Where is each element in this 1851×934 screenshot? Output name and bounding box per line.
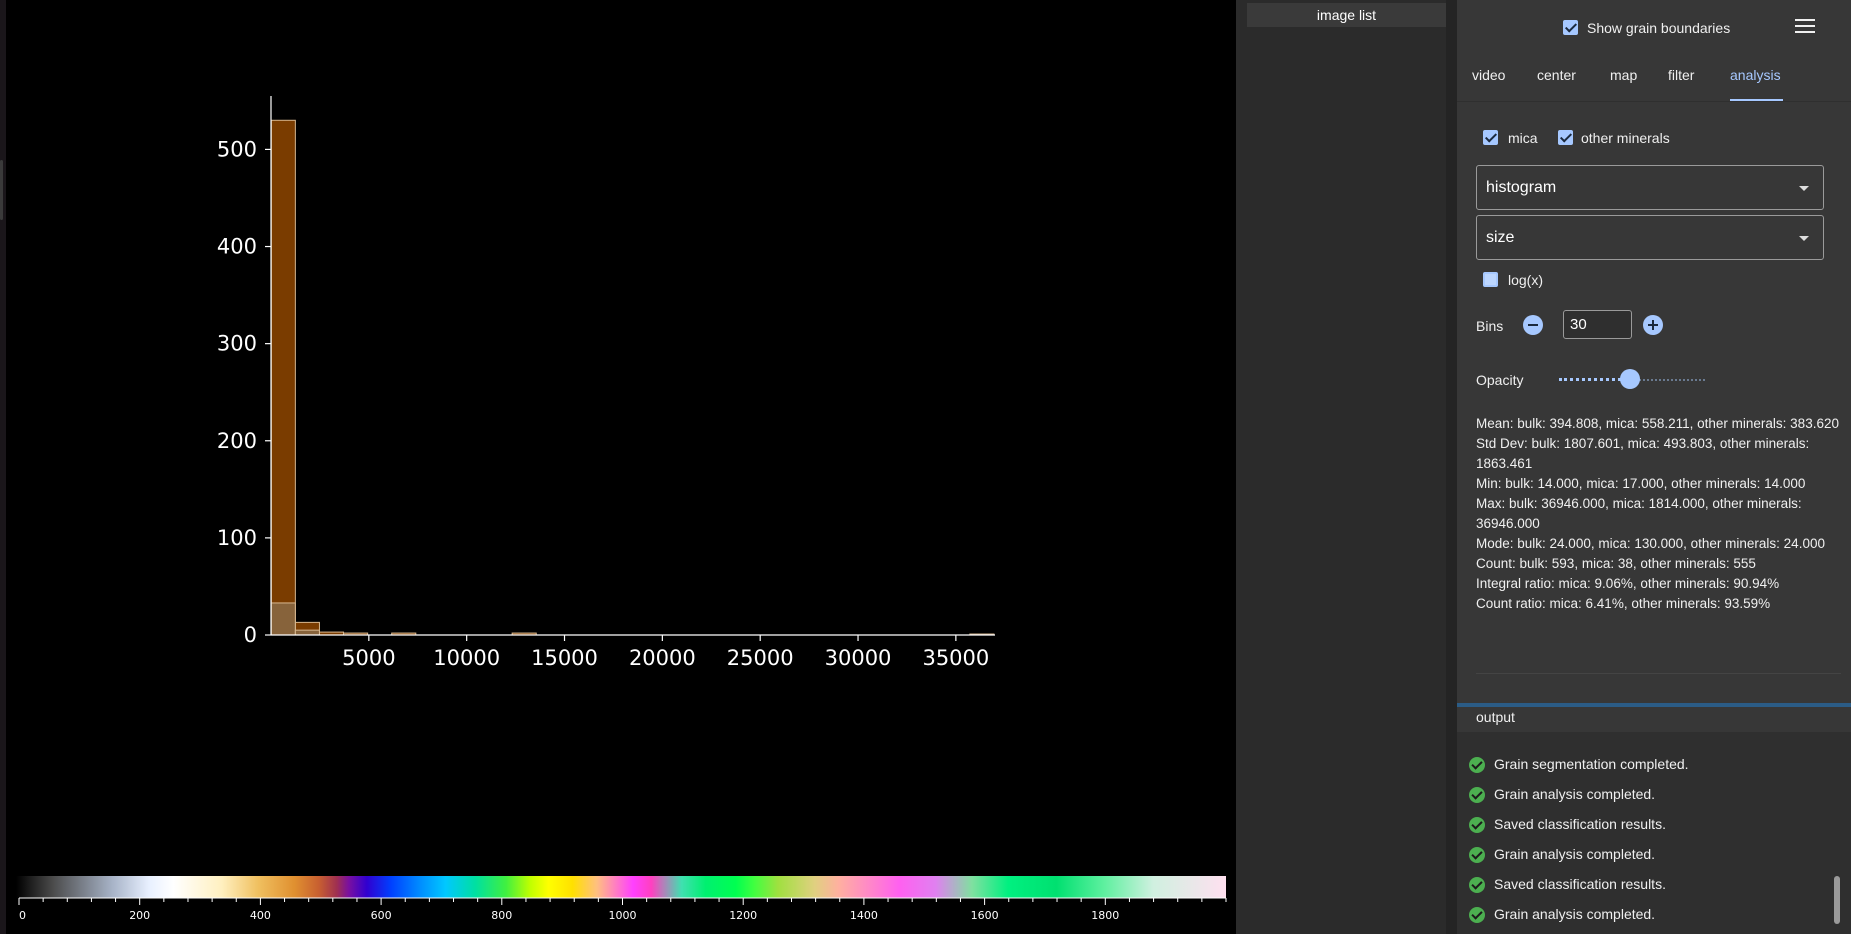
bins-label: Bins [1476,318,1504,334]
output-resize-bar[interactable] [1457,703,1851,707]
y-tick-label: 100 [217,526,257,550]
chevron-down-icon [1799,236,1809,241]
chevron-down-icon [1799,186,1809,191]
stat-count-ratio: Count ratio: mica: 6.41%, other minerals… [1476,596,1771,611]
output-scrollbar[interactable] [1834,876,1840,924]
log-message: Saved classification results. [1494,816,1666,832]
tab-map[interactable]: map [1610,67,1637,83]
statistics-text: Mean: bulk: 394.808, mica: 558.211, othe… [1476,414,1841,614]
bins-decrement-button[interactable] [1523,315,1543,335]
section-divider [1476,673,1841,674]
tab-analysis[interactable]: analysis [1730,67,1781,83]
histogram-bar [294,629,320,636]
y-tick-label: 500 [217,137,257,161]
hamburger-menu-icon[interactable] [1795,19,1815,35]
log-message: Saved classification results. [1494,876,1666,892]
minus-icon [1528,324,1538,326]
x-tick-label: 15000 [531,646,598,670]
logx-label: log(x) [1508,272,1544,288]
panel-splitter[interactable] [1446,0,1457,934]
check-circle-icon [1469,877,1485,894]
log-message: Grain analysis completed. [1494,906,1656,922]
tab-filter[interactable]: filter [1668,67,1694,83]
opacity-slider-track[interactable] [1632,379,1705,383]
x-tick-label: 20000 [629,646,696,670]
histogram-chart: 0 100 200 300 400 500 5000 10000 15000 20000 25000… [217,96,995,670]
y-tick-label: 400 [217,235,257,259]
opacity-label: Opacity [1476,372,1524,388]
output-title: output [1476,709,1515,725]
log-entry: Grain segmentation completed. [1469,756,1689,774]
variable-select[interactable]: size [1476,215,1824,260]
stat-mean: Mean: bulk: 394.808, mica: 558.211, othe… [1476,416,1839,431]
stat-max: Max: bulk: 36946.000, mica: 1814.000, ot… [1476,496,1802,531]
log-message: Grain segmentation completed. [1494,756,1689,772]
x-tick-label: 35000 [922,646,989,670]
image-list-panel: image list [1236,0,1457,934]
check-circle-icon [1469,787,1485,804]
log-entry: Saved classification results. [1469,816,1666,834]
colorbar [16,876,1226,898]
tab-center[interactable]: center [1537,67,1576,83]
log-entry: Saved classification results. [1469,876,1666,894]
stat-integral-ratio: Integral ratio: mica: 9.06%, other miner… [1476,576,1780,591]
check-circle-icon [1469,907,1485,924]
variable-value: size [1486,229,1515,246]
stat-count: Count: bulk: 593, mica: 38, other minera… [1476,556,1756,571]
stat-mode: Mode: bulk: 24.000, mica: 130.000, other… [1476,536,1825,551]
y-tick-label: 0 [244,623,257,647]
other-minerals-label: other minerals [1581,130,1670,146]
log-message: Grain analysis completed. [1494,786,1656,802]
output-log: Grain segmentation completed. Grain anal… [1457,732,1851,934]
x-tick-label: 5000 [342,646,395,670]
y-tick-label: 300 [217,332,257,356]
histogram-bar [270,602,296,636]
tab-video[interactable]: video [1472,67,1505,83]
log-entry: Grain analysis completed. [1469,906,1656,924]
show-boundaries-checkbox[interactable] [1563,20,1578,35]
x-tick-label: 30000 [825,646,892,670]
check-circle-icon [1469,817,1485,834]
opacity-slider-thumb[interactable] [1620,369,1640,389]
check-circle-icon [1469,847,1485,864]
show-boundaries-label: Show grain boundaries [1587,20,1731,36]
x-tick-label: 10000 [433,646,500,670]
x-tick-label: 25000 [727,646,794,670]
stat-std-dev: Std Dev: bulk: 1807.601, mica: 493.803, … [1476,436,1810,471]
image-list-header: image list [1247,3,1446,27]
stat-min: Min: bulk: 14.000, mica: 17.000, other m… [1476,476,1806,491]
log-message: Grain analysis completed. [1494,846,1656,862]
bins-input[interactable] [1563,310,1632,339]
plot-type-value: histogram [1486,179,1557,196]
mica-checkbox[interactable] [1483,130,1498,145]
settings-panel: Show grain boundaries video center map f… [1457,0,1851,934]
histogram-bar [270,119,296,636]
plot-type-select[interactable]: histogram [1476,165,1824,210]
other-minerals-checkbox[interactable] [1558,130,1573,145]
log-entry: Grain analysis completed. [1469,786,1656,804]
y-tick-label: 200 [217,429,257,453]
tabs-divider [1457,101,1851,102]
check-circle-icon [1469,757,1485,774]
logx-checkbox[interactable] [1483,272,1498,287]
log-entry: Grain analysis completed. [1469,846,1656,864]
mica-label: mica [1508,130,1538,146]
bins-increment-button[interactable] [1643,315,1663,335]
